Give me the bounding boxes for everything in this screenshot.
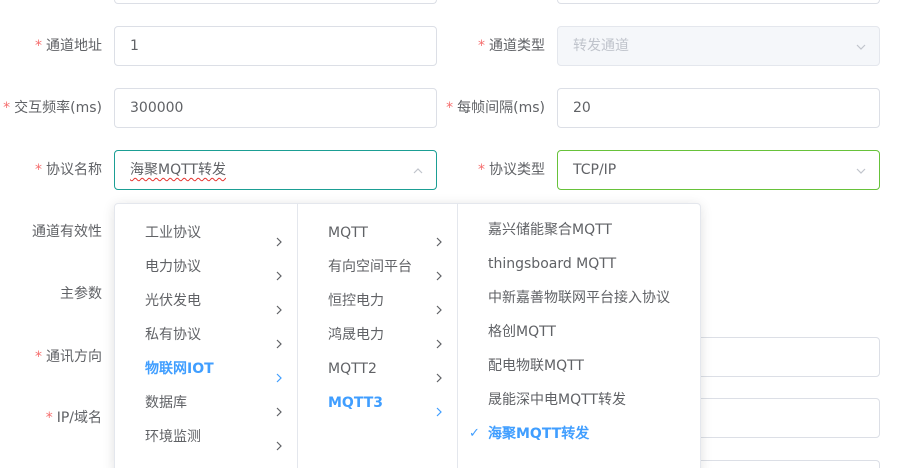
chevron-right-icon	[275, 261, 283, 281]
cascader-option[interactable]: 有向空间平台	[298, 250, 457, 284]
cascader-option-label: 晟能深中电MQTT转发	[488, 392, 626, 408]
cascader-option-label: 鸿晟电力	[328, 327, 384, 343]
chevron-up-icon	[412, 165, 424, 177]
chevron-down-icon	[855, 165, 867, 177]
previous-field-right[interactable]	[557, 0, 880, 4]
channel-address-label: * 通道地址	[35, 38, 102, 54]
cascader-option-label: thingsboard MQTT	[488, 256, 617, 272]
protocol-name-cascader[interactable]: 海聚MQTT转发	[114, 150, 437, 190]
interaction-frequency-input[interactable]: 300000	[114, 88, 437, 128]
required-asterisk: *	[3, 100, 11, 116]
cascader-option-label: 海聚MQTT转发	[488, 426, 590, 442]
cascader-option-label: 中新嘉善物联网平台接入协议	[488, 290, 670, 306]
cascader-menu-subcategory: MQTT 有向空间平台 恒控电力鸿晟电力 MQTT2 MQTT3	[298, 204, 458, 468]
chevron-right-icon	[435, 397, 443, 417]
cascader-option[interactable]: MQTT2	[298, 352, 457, 386]
cascader-option-label: MQTT2	[328, 361, 377, 377]
cascader-option[interactable]: 数据库	[115, 386, 297, 420]
chevron-right-icon	[275, 397, 283, 417]
previous-field-left[interactable]	[114, 0, 437, 4]
required-asterisk: *	[35, 349, 42, 365]
required-asterisk: *	[446, 100, 454, 116]
cascader-option[interactable]: 配电物联MQTT	[458, 349, 700, 383]
protocol-name-label: * 协议名称	[35, 162, 102, 178]
interaction-frequency-label: * 交互频率(ms)	[3, 100, 102, 116]
frame-interval-label: * 每帧间隔(ms)	[446, 100, 545, 116]
cascader-option-label: 工业协议	[145, 225, 201, 241]
comm-direction-label: * 通讯方向	[35, 349, 102, 365]
main-params-label: 主参数	[60, 286, 102, 302]
cascader-option[interactable]: 环境监测	[115, 420, 297, 454]
cascader-option-label: 电力协议	[145, 259, 201, 275]
cascader-option-label: 恒控电力	[328, 293, 384, 309]
cascader-option[interactable]: thingsboard MQTT	[458, 247, 700, 281]
cascader-option-label: 光伏发电	[145, 293, 201, 309]
cascader-option[interactable]: MQTT3	[298, 386, 457, 420]
required-asterisk: *	[35, 38, 42, 54]
channel-type-select: 转发通道	[557, 26, 880, 66]
protocol-cascader-dropdown: 工业协议电力协议光伏发电私有协议物联网IOT 数据库环境监测 MQTT 有向空间平台…	[114, 203, 701, 468]
cascader-option-label: 物联网IOT	[145, 361, 214, 377]
cascader-option[interactable]: 中新嘉善物联网平台接入协议	[458, 281, 700, 315]
chevron-right-icon	[435, 295, 443, 315]
required-asterisk: *	[35, 162, 42, 178]
protocol-type-select[interactable]: TCP/IP	[557, 150, 880, 190]
required-asterisk: *	[45, 410, 53, 426]
chevron-right-icon	[435, 261, 443, 281]
cascader-option-label: 私有协议	[145, 327, 201, 343]
chevron-right-icon	[275, 295, 283, 315]
ip-domain-label: * IP/域名	[45, 410, 102, 426]
cascader-option[interactable]: 物联网IOT	[115, 352, 297, 386]
chevron-right-icon	[275, 227, 283, 247]
chevron-right-icon	[275, 363, 283, 383]
required-asterisk: *	[478, 162, 485, 178]
cascader-menu-protocol: 嘉兴储能聚合MQTT thingsboard MQTT 中新嘉善物联网平台接入协议格…	[458, 204, 700, 468]
cascader-option-label: 格创MQTT	[488, 324, 556, 340]
cascader-option[interactable]: 鸿晟电力	[298, 318, 457, 352]
cascader-menu-category: 工业协议电力协议光伏发电私有协议物联网IOT 数据库环境监测	[115, 204, 298, 468]
cascader-option[interactable]: ✓ 海聚MQTT转发	[458, 417, 700, 451]
chevron-right-icon	[435, 363, 443, 383]
cascader-option[interactable]: 私有协议	[115, 318, 297, 352]
cascader-option-label: 配电物联MQTT	[488, 358, 584, 374]
chevron-right-icon	[275, 329, 283, 349]
chevron-right-icon	[275, 431, 283, 451]
chevron-right-icon	[435, 227, 443, 247]
channel-type-label: * 通道类型	[478, 38, 545, 54]
cascader-option[interactable]: 电力协议	[115, 250, 297, 284]
channel-validity-label: 通道有效性	[32, 224, 102, 240]
cascader-option[interactable]: MQTT	[298, 216, 457, 250]
cascader-option[interactable]: 恒控电力	[298, 284, 457, 318]
cascader-option-label: MQTT	[328, 225, 368, 241]
cascader-option-label: 有向空间平台	[328, 259, 412, 275]
cascader-option-label: MQTT3	[328, 395, 383, 411]
cascader-option-label: 环境监测	[145, 429, 201, 445]
cascader-option[interactable]: 格创MQTT	[458, 315, 700, 349]
cascader-option[interactable]: 嘉兴储能聚合MQTT	[458, 213, 700, 247]
cascader-option[interactable]: 晟能深中电MQTT转发	[458, 383, 700, 417]
cascader-option[interactable]: 工业协议	[115, 216, 297, 250]
cascader-option-label: 嘉兴储能聚合MQTT	[488, 222, 612, 238]
channel-address-input[interactable]: 1	[114, 26, 437, 66]
check-icon: ✓	[469, 426, 480, 441]
chevron-down-icon	[855, 41, 867, 53]
chevron-right-icon	[435, 329, 443, 349]
required-asterisk: *	[478, 38, 485, 54]
protocol-type-label: * 协议类型	[478, 162, 545, 178]
cascader-option-label: 数据库	[145, 395, 187, 411]
cascader-option[interactable]: 光伏发电	[115, 284, 297, 318]
frame-interval-input[interactable]: 20	[557, 88, 880, 128]
